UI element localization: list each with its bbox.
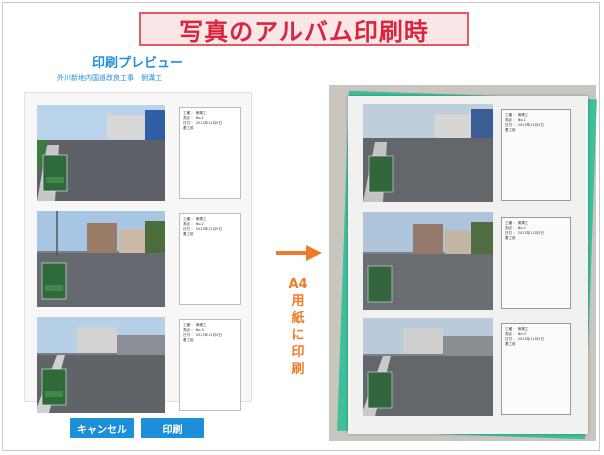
a4-print-annotation: A4用紙に印刷	[288, 277, 308, 377]
preview-subtitle: 外川新地内国道改良工事 側溝工	[57, 74, 162, 82]
site-photo	[363, 318, 493, 416]
site-photo	[37, 211, 165, 307]
info-line: 着工前	[505, 128, 516, 132]
printed-row: 工種 ： 側溝工 測点 ： No.2 日付 ： 2013年11月5日 着工前	[363, 212, 575, 310]
preview-row: 工種 ： 側溝工 測点 ： No.2 日付 ： 2013年11月5日 着工前	[37, 211, 243, 307]
arrow-right-icon	[276, 245, 322, 261]
info-line: 着工前	[505, 342, 516, 346]
print-preview-panel: 工種 ： 側溝工 測点 ： No.1 日付 ： 2013年11月5日 着工前 工…	[24, 92, 252, 413]
site-photo	[37, 317, 165, 413]
photo-info-box: 工種 ： 側溝工 測点 ： No.3 日付 ： 2013年11月5日 着工前	[179, 319, 241, 411]
preview-title: 印刷プレビュー	[92, 56, 184, 71]
photo-info-box: 工種 ： 側溝工 測点 ： No.3 日付 ： 2013年11月5日 着工前	[501, 323, 571, 415]
print-button[interactable]: 印刷	[141, 418, 204, 438]
photo-info-box: 工種 ： 側溝工 測点 ： No.1 日付 ： 2013年11月5日 着工前	[179, 107, 241, 199]
site-photo	[37, 105, 165, 201]
preview-row: 工種 ： 側溝工 測点 ： No.3 日付 ： 2013年11月5日 着工前	[37, 317, 243, 413]
info-line: 着工前	[505, 236, 516, 240]
site-photo	[363, 212, 493, 310]
info-line: 着工前	[183, 338, 194, 342]
photo-info-box: 工種 ： 側溝工 測点 ： No.2 日付 ： 2013年11月5日 着工前	[179, 213, 241, 305]
printed-a4-sheet: 工種 ： 側溝工 測点 ： No.1 日付 ： 2013年11月5日 着工前 工…	[348, 96, 588, 434]
preview-row: 工種 ： 側溝工 測点 ： No.1 日付 ： 2013年11月5日 着工前	[37, 105, 243, 201]
printed-row: 工種 ： 側溝工 測点 ： No.1 日付 ： 2013年11月5日 着工前	[363, 104, 575, 202]
photo-info-box: 工種 ： 側溝工 測点 ： No.2 日付 ： 2013年11月5日 着工前	[501, 217, 571, 309]
printed-row: 工種 ： 側溝工 測点 ： No.3 日付 ： 2013年11月5日 着工前	[363, 318, 575, 416]
info-line: 着工前	[183, 232, 194, 236]
photo-info-box: 工種 ： 側溝工 測点 ： No.1 日付 ： 2013年11月5日 着工前	[501, 109, 571, 201]
site-photo	[363, 104, 493, 202]
banner-title: 写真のアルバム印刷時	[139, 12, 469, 46]
info-line: 着工前	[183, 126, 194, 130]
cancel-button[interactable]: キャンセル	[70, 418, 134, 438]
